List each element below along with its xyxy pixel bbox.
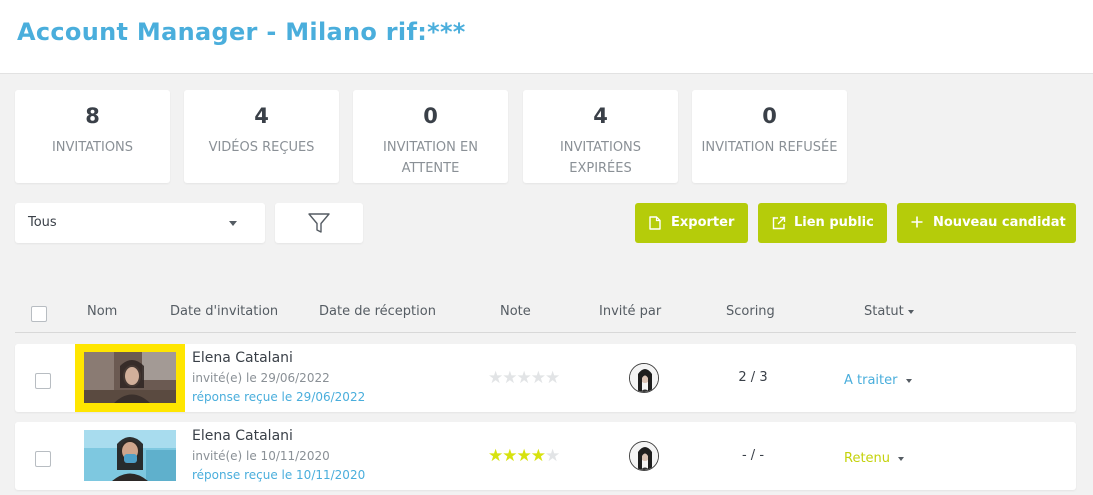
invitation-date: invité(e) le 10/11/2020 (192, 449, 330, 463)
rating-stars[interactable]: ★★★★★ (488, 368, 560, 388)
stat-label: INVITATIONS (51, 140, 134, 155)
filter-button[interactable] (275, 203, 363, 243)
stat-card-pending: 0 INVITATION EN ATTENTE (353, 90, 508, 183)
star-icon[interactable]: ★ (517, 368, 532, 388)
column-invite-date[interactable]: Date d'invitation (170, 304, 278, 319)
select-all-checkbox[interactable] (31, 306, 47, 322)
external-link-icon (772, 216, 786, 230)
video-thumbnail-image (84, 430, 176, 481)
reply-date: réponse reçue le 10/11/2020 (192, 468, 366, 482)
stat-card-expired: 4 INVITATIONS EXPIRÉES (523, 90, 678, 183)
chevron-down-icon (898, 456, 905, 461)
star-icon[interactable]: ★ (502, 446, 517, 466)
stat-label: INVITATIONS EXPIRÉES (559, 140, 642, 176)
page-title: Account Manager - Milano rif:*** (17, 18, 466, 46)
star-icon[interactable]: ★ (517, 446, 532, 466)
export-button[interactable]: Exporter (635, 203, 748, 243)
video-thumbnail[interactable] (84, 430, 176, 481)
stat-card-refused: 0 INVITATION REFUSÉE (692, 90, 847, 183)
column-name[interactable]: Nom (87, 304, 117, 319)
candidate-name[interactable]: Elena Catalani (192, 350, 293, 366)
stat-card-videos: 4 VIDÉOS REÇUES (184, 90, 339, 183)
star-icon[interactable]: ★ (531, 446, 546, 466)
status-label: A traiter (844, 373, 898, 388)
funnel-icon (308, 213, 330, 233)
sort-caret-icon (907, 309, 914, 314)
file-icon (649, 216, 661, 230)
scoring-value: - / - (741, 448, 765, 463)
column-note[interactable]: Note (500, 304, 531, 319)
inviter-avatar (629, 441, 659, 471)
reply-date: réponse reçue le 29/06/2022 (192, 390, 366, 404)
stat-label: INVITATION EN ATTENTE (383, 140, 478, 176)
star-icon[interactable]: ★ (545, 446, 560, 466)
stat-card-invitations: 8 INVITATIONS (15, 90, 170, 183)
stat-value: 8 (85, 104, 100, 128)
chevron-down-icon (905, 378, 912, 383)
new-candidate-button[interactable]: Nouveau candidat (897, 203, 1076, 243)
star-icon[interactable]: ★ (545, 368, 560, 388)
column-receive-date[interactable]: Date de réception (319, 304, 436, 319)
rating-stars[interactable]: ★★★★★ (488, 446, 560, 466)
column-invited-by[interactable]: Invité par (599, 304, 661, 319)
public-link-button[interactable]: Lien public (758, 203, 887, 243)
video-thumbnail-frame (75, 344, 185, 412)
status-dropdown[interactable]: Retenu (844, 451, 905, 466)
chevron-down-icon (229, 221, 237, 226)
inviter-avatar (629, 363, 659, 393)
column-status[interactable]: Statut (864, 304, 914, 319)
scoring-value: 2 / 3 (738, 370, 768, 385)
status-label: Retenu (844, 451, 891, 466)
public-link-label: Lien public (794, 215, 874, 230)
candidate-name[interactable]: Elena Catalani (192, 428, 293, 444)
video-thumbnail[interactable] (84, 352, 176, 403)
column-status-label: Statut (864, 304, 904, 319)
star-icon[interactable]: ★ (488, 368, 503, 388)
star-icon[interactable]: ★ (502, 368, 517, 388)
column-scoring[interactable]: Scoring (726, 304, 775, 319)
stat-label: VIDÉOS REÇUES (208, 140, 315, 155)
plus-icon (911, 216, 923, 228)
row-checkbox[interactable] (35, 451, 51, 467)
row-checkbox[interactable] (35, 373, 51, 389)
page-header: Account Manager - Milano rif:*** (0, 0, 1093, 74)
stat-value: 0 (423, 104, 438, 128)
video-thumbnail-image (84, 352, 176, 403)
status-dropdown[interactable]: A traiter (844, 373, 912, 388)
table-header: Nom Date d'invitation Date de réception … (15, 296, 1076, 333)
stat-value: 4 (254, 104, 269, 128)
star-icon[interactable]: ★ (531, 368, 546, 388)
video-thumbnail-frame (75, 422, 185, 490)
status-filter-select[interactable]: Tous (15, 203, 265, 243)
stat-label: INVITATION REFUSÉE (701, 140, 838, 155)
select-value: Tous (28, 215, 57, 230)
new-candidate-label: Nouveau candidat (933, 215, 1066, 230)
star-icon[interactable]: ★ (488, 446, 503, 466)
stat-value: 0 (762, 104, 777, 128)
table-row[interactable]: Elena Catalani invité(e) le 10/11/2020 r… (15, 422, 1076, 490)
stat-value: 4 (593, 104, 608, 128)
table-row[interactable]: Elena Catalani invité(e) le 29/06/2022 r… (15, 344, 1076, 412)
invitation-date: invité(e) le 29/06/2022 (192, 371, 330, 385)
export-label: Exporter (671, 215, 735, 230)
